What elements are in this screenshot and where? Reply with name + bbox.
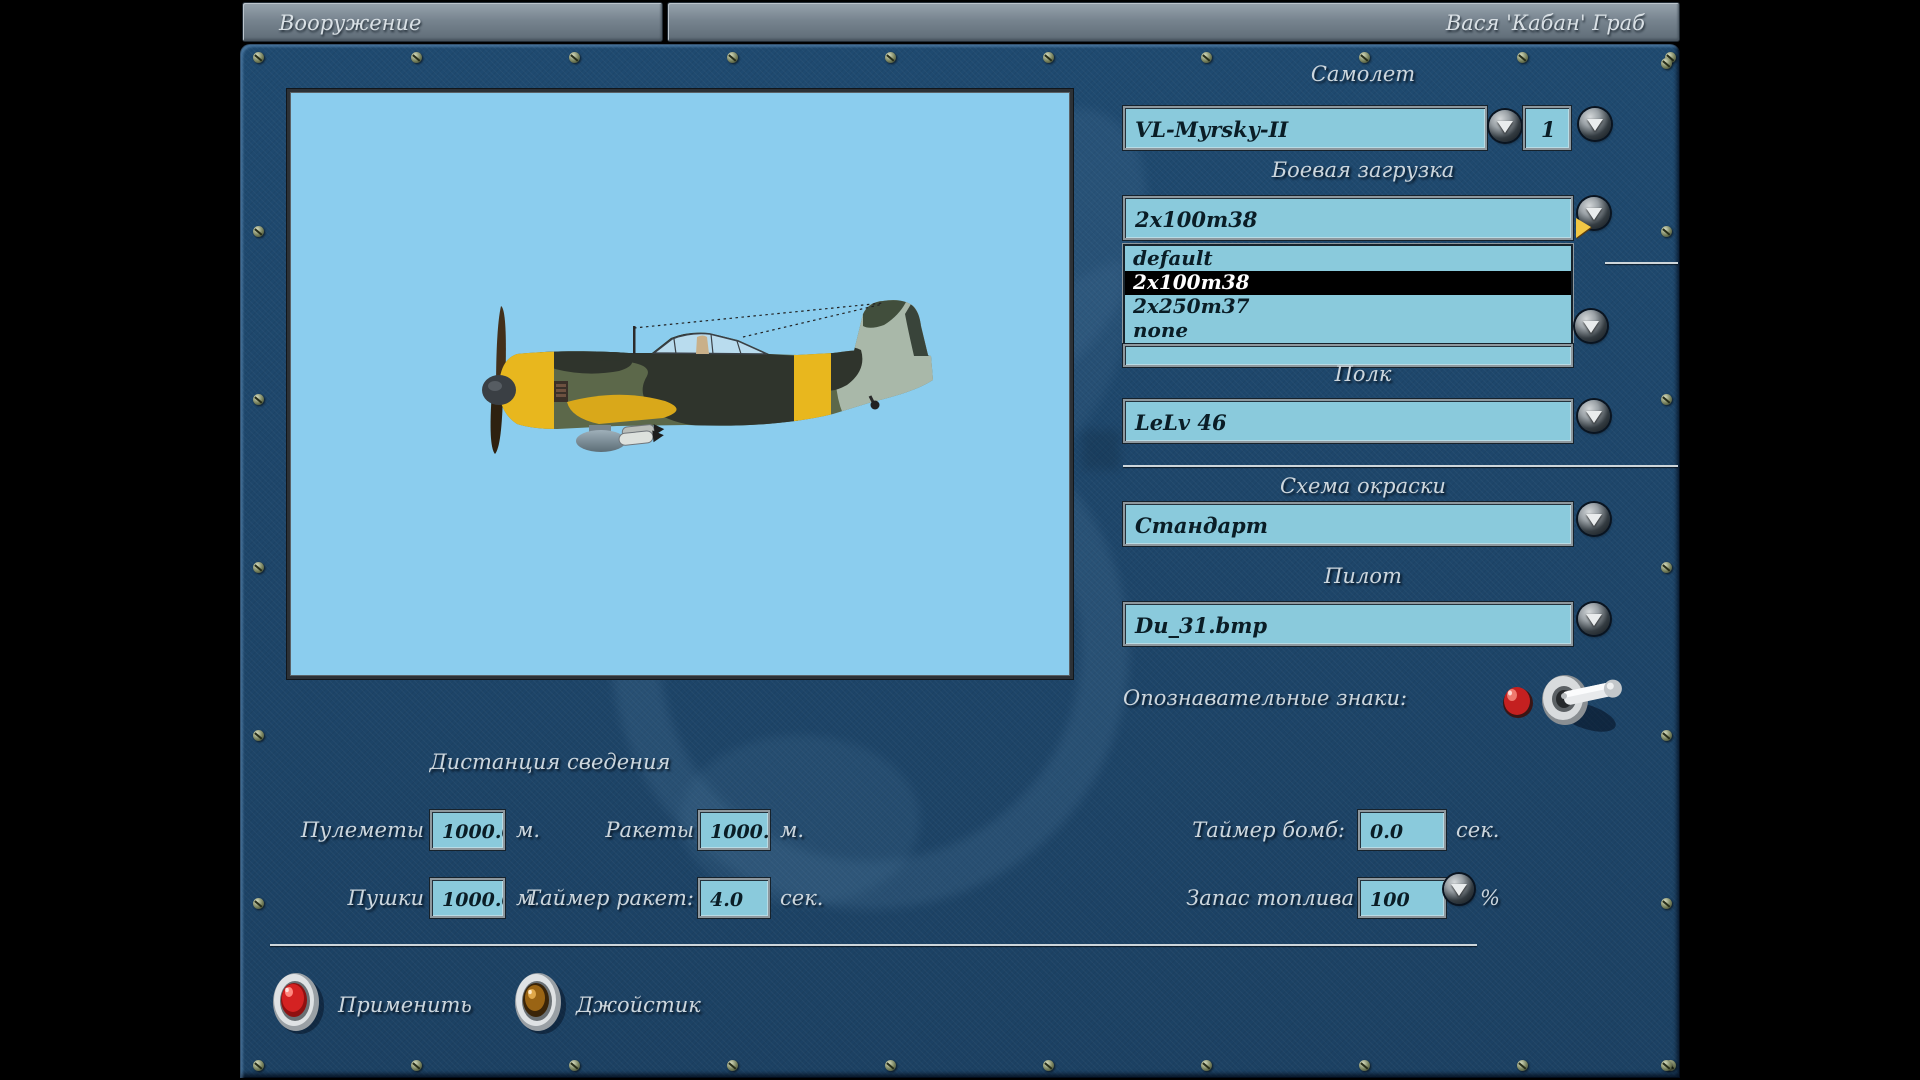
aircraft-section-label: Самолет xyxy=(1123,62,1603,86)
loadout-option-2x100m38[interactable]: 2x100m38 xyxy=(1125,271,1571,295)
apply-button-label: Применить xyxy=(338,993,472,1017)
screw-icon xyxy=(1043,1060,1054,1071)
screw-icon xyxy=(1359,1060,1370,1071)
screw-icon xyxy=(1661,394,1672,405)
tab-armament-label: Вооружение xyxy=(279,11,421,35)
screw-icon xyxy=(885,52,896,63)
separator-line xyxy=(1123,465,1678,467)
pilot-section-label: Пилот xyxy=(1123,564,1603,588)
joystick-button[interactable] xyxy=(510,968,570,1038)
pilot-spinner-button[interactable] xyxy=(1578,603,1610,635)
screw-icon xyxy=(253,52,264,63)
regiment-spinner-button[interactable] xyxy=(1578,400,1610,432)
pilot-name-header: Вася 'Кабан' Граб xyxy=(667,2,1680,42)
screw-icon xyxy=(1661,226,1672,237)
screw-icon xyxy=(253,394,264,405)
loadout-select[interactable]: 2x100m38 xyxy=(1123,196,1573,240)
screw-icon xyxy=(1661,58,1672,69)
screw-icon xyxy=(1661,1060,1672,1071)
mouse-cursor-icon xyxy=(1576,218,1591,238)
loadout-extra-spinner-button[interactable] xyxy=(1575,310,1607,342)
count-spinner-button[interactable] xyxy=(1579,108,1611,140)
screw-icon xyxy=(569,1060,580,1071)
loadout-option-2x250m37[interactable]: 2x250m37 xyxy=(1125,295,1571,319)
fuel-spinner-button[interactable] xyxy=(1444,874,1474,904)
screw-icon xyxy=(411,1060,422,1071)
rocket-timer-unit: сек. xyxy=(780,886,823,910)
screw-icon xyxy=(885,1060,896,1071)
loadout-option-none[interactable]: none xyxy=(1125,319,1571,343)
bomb-timer-label: Таймер бомб: xyxy=(1150,818,1345,842)
loadout-option-default[interactable]: default xyxy=(1125,247,1571,271)
tab-armament[interactable]: Вооружение xyxy=(242,2,663,42)
screw-icon xyxy=(1661,562,1672,573)
aircraft-spinner-button[interactable] xyxy=(1489,110,1521,142)
paint-section-label: Схема окраски xyxy=(1123,474,1603,498)
paint-select[interactable]: Стандарт xyxy=(1123,502,1573,546)
fuel-label: Запас топлива xyxy=(1150,886,1354,910)
cannons-label: Пушки xyxy=(230,886,424,910)
separator-line-fragment xyxy=(1605,262,1678,264)
armament-screen: Вооружение Вася 'Кабан' Граб xyxy=(0,0,1920,1080)
screw-icon xyxy=(1517,1060,1528,1071)
screw-icon xyxy=(253,730,264,741)
markings-indicator-lamp xyxy=(1498,680,1538,722)
aircraft-image xyxy=(290,92,1070,676)
regiment-select[interactable]: LeLv 46 xyxy=(1123,399,1573,443)
aircraft-select[interactable]: VL-Myrsky-II xyxy=(1123,106,1487,150)
screw-icon xyxy=(1661,898,1672,909)
screw-icon xyxy=(727,52,738,63)
screw-icon xyxy=(1661,730,1672,741)
fuel-unit: % xyxy=(1480,886,1500,910)
screw-icon xyxy=(253,226,264,237)
loadout-section-label: Боевая загрузка xyxy=(1123,158,1603,182)
pilot-name-label: Вася 'Кабан' Граб xyxy=(1446,11,1645,35)
screw-icon xyxy=(569,52,580,63)
rockets-unit: м. xyxy=(780,818,804,842)
apply-button[interactable] xyxy=(268,968,328,1038)
screw-icon xyxy=(1201,1060,1212,1071)
markings-label: Опознавательные знаки: xyxy=(1123,686,1407,710)
markings-toggle-switch[interactable] xyxy=(1535,662,1655,742)
screw-icon xyxy=(727,1060,738,1071)
loadout-options-list: default2x100m382x250m37none xyxy=(1123,244,1573,346)
screw-icon xyxy=(253,562,264,573)
fuel-input[interactable]: 100 xyxy=(1358,878,1446,918)
rocket-timer-label: Таймер ракет: xyxy=(450,886,694,910)
convergence-title: Дистанция сведения xyxy=(330,750,770,774)
joystick-button-label: Джойстик xyxy=(576,993,701,1017)
paint-spinner-button[interactable] xyxy=(1578,503,1610,535)
rockets-label: Ракеты xyxy=(490,818,694,842)
regiment-section-label: Полк xyxy=(1123,362,1603,386)
aircraft-preview xyxy=(287,89,1073,679)
machineguns-label: Пулеметы xyxy=(230,818,424,842)
bottom-separator-line xyxy=(270,944,1477,946)
bomb-timer-unit: сек. xyxy=(1456,818,1499,842)
screw-icon xyxy=(1043,52,1054,63)
screw-icon xyxy=(253,1060,264,1071)
bomb-timer-input[interactable]: 0.0 xyxy=(1358,810,1446,850)
screw-icon xyxy=(411,52,422,63)
aircraft-count-input[interactable]: 1 xyxy=(1523,106,1571,150)
pilot-select[interactable]: Du_31.bmp xyxy=(1123,602,1573,646)
rockets-input[interactable]: 1000.0 xyxy=(698,810,770,850)
rocket-timer-input[interactable]: 4.0 xyxy=(698,878,770,918)
